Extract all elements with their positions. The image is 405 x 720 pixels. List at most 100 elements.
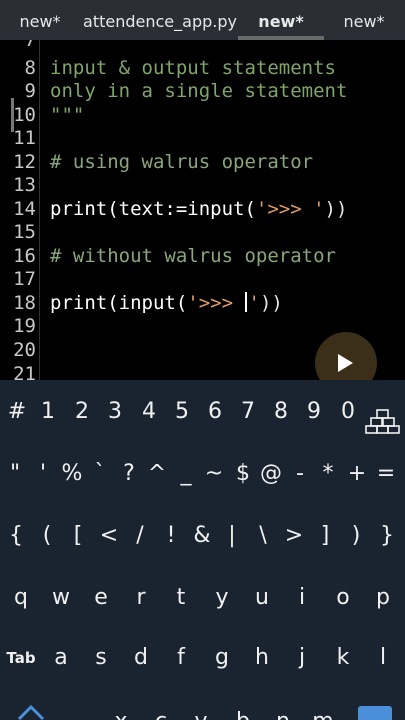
code-line: """	[50, 104, 85, 126]
key-s[interactable]: s	[84, 638, 118, 678]
key-5[interactable]: 5	[167, 392, 197, 432]
key-3[interactable]: 3	[100, 392, 130, 432]
key-at[interactable]: @	[257, 454, 285, 494]
key-p[interactable]: p	[366, 578, 400, 618]
line-number: 12	[13, 151, 36, 173]
key-slash[interactable]: /	[126, 516, 154, 556]
key-2[interactable]: 2	[67, 392, 97, 432]
line-number: 17	[13, 268, 36, 290]
line-number: 21	[13, 363, 36, 380]
keyboard-row-asdf: Tab a s d f g h j k l	[0, 638, 405, 678]
code-line: """	[50, 40, 85, 51]
key-asterisk[interactable]: *	[314, 454, 342, 494]
key-w[interactable]: w	[44, 578, 78, 618]
key-backslash[interactable]: \	[249, 516, 277, 556]
line-number: 16	[13, 245, 36, 267]
key-d[interactable]: d	[124, 638, 158, 678]
key-0[interactable]: 0	[333, 392, 363, 432]
key-less[interactable]: <	[95, 516, 123, 556]
key-x[interactable]: x	[104, 702, 138, 720]
key-dquote[interactable]: "	[1, 454, 29, 494]
key-tab[interactable]: Tab	[2, 638, 40, 678]
key-greater[interactable]: >	[280, 516, 308, 556]
key-question[interactable]: ?	[115, 454, 143, 494]
key-m[interactable]: m	[306, 702, 340, 720]
key-b[interactable]: b	[226, 702, 260, 720]
key-u[interactable]: u	[245, 578, 279, 618]
line-number: 20	[13, 339, 36, 361]
code-token-string-end: '	[248, 292, 260, 314]
keyboard-row-zxcv-partial: x c v b n m	[0, 702, 405, 720]
key-a[interactable]: a	[44, 638, 78, 678]
key-plus[interactable]: +	[343, 454, 371, 494]
key-n[interactable]: n	[266, 702, 300, 720]
key-equals[interactable]: =	[372, 454, 400, 494]
key-q[interactable]: q	[4, 578, 38, 618]
key-rbrace[interactable]: }	[373, 516, 401, 556]
line-number: 19	[13, 315, 36, 337]
key-e[interactable]: e	[84, 578, 118, 618]
key-minus[interactable]: -	[286, 454, 314, 494]
run-button[interactable]	[315, 332, 377, 380]
key-t[interactable]: t	[164, 578, 198, 618]
code-token-close: ))	[259, 292, 283, 314]
key-rparen[interactable]: )	[342, 516, 370, 556]
gutter-divider	[39, 40, 40, 380]
key-hash[interactable]: #	[2, 392, 32, 432]
keyboard-layout-icon[interactable]	[365, 408, 401, 434]
line-number: 10	[13, 104, 36, 126]
code-line: input & output statements	[50, 57, 336, 79]
code-editor[interactable]: 7 8 9 10 11 12 13 14 15 16 17 18 19 20 2…	[0, 40, 405, 380]
key-8[interactable]: 8	[266, 392, 296, 432]
tab-new-1[interactable]: new*	[0, 0, 80, 40]
key-lbrace[interactable]: {	[2, 516, 30, 556]
key-squote[interactable]: '	[29, 454, 57, 494]
key-lbracket[interactable]: [	[64, 516, 92, 556]
tab-new-active[interactable]: new*	[238, 0, 324, 40]
key-c[interactable]: c	[144, 702, 178, 720]
key-rbracket[interactable]: ]	[311, 516, 339, 556]
key-i[interactable]: i	[285, 578, 319, 618]
key-h[interactable]: h	[245, 638, 279, 678]
keyboard-row-numbers: # 1 2 3 4 5 6 7 8 9 0	[0, 392, 405, 434]
key-y[interactable]: y	[205, 578, 239, 618]
key-dollar[interactable]: $	[229, 454, 257, 494]
code-line: only in a single statement	[50, 80, 348, 102]
tab-bar: new* attendence_app.py new* new*	[0, 0, 405, 40]
key-g[interactable]: g	[205, 638, 239, 678]
key-o[interactable]: o	[326, 578, 360, 618]
key-ampersand[interactable]: &	[188, 516, 216, 556]
key-l[interactable]: l	[366, 638, 400, 678]
key-underscore[interactable]: _	[172, 454, 200, 494]
code-token-fn: print(text:=input(	[50, 198, 256, 220]
key-9[interactable]: 9	[299, 392, 329, 432]
key-4[interactable]: 4	[134, 392, 164, 432]
code-token-string: '>>>	[187, 292, 245, 314]
code-comment: # without walrus operator	[50, 245, 336, 267]
key-1[interactable]: 1	[33, 392, 63, 432]
key-7[interactable]: 7	[233, 392, 263, 432]
key-percent[interactable]: %	[58, 454, 86, 494]
line-number: 8	[24, 57, 36, 79]
line-number: 14	[13, 198, 36, 220]
line-number: 13	[13, 174, 36, 196]
tab-new-3[interactable]: new*	[328, 0, 400, 40]
key-backtick[interactable]: `	[86, 454, 114, 494]
tab-attendence-app[interactable]: attendence_app.py	[80, 0, 240, 40]
key-exclaim[interactable]: !	[157, 516, 185, 556]
shift-icon[interactable]	[16, 704, 46, 720]
key-r[interactable]: r	[124, 578, 158, 618]
key-f[interactable]: f	[164, 638, 198, 678]
code-token-fn: print(input(	[50, 292, 188, 314]
key-lparen[interactable]: (	[33, 516, 61, 556]
key-caret[interactable]: ^	[143, 454, 171, 494]
key-pipe[interactable]: |	[218, 516, 246, 556]
key-6[interactable]: 6	[200, 392, 230, 432]
backspace-key[interactable]	[358, 706, 392, 720]
key-v[interactable]: v	[184, 702, 218, 720]
key-j[interactable]: j	[285, 638, 319, 678]
line-number: 9	[24, 80, 36, 102]
code-token-string: '>>> '	[255, 198, 325, 220]
key-tilde[interactable]: ~	[200, 454, 228, 494]
key-k[interactable]: k	[326, 638, 360, 678]
